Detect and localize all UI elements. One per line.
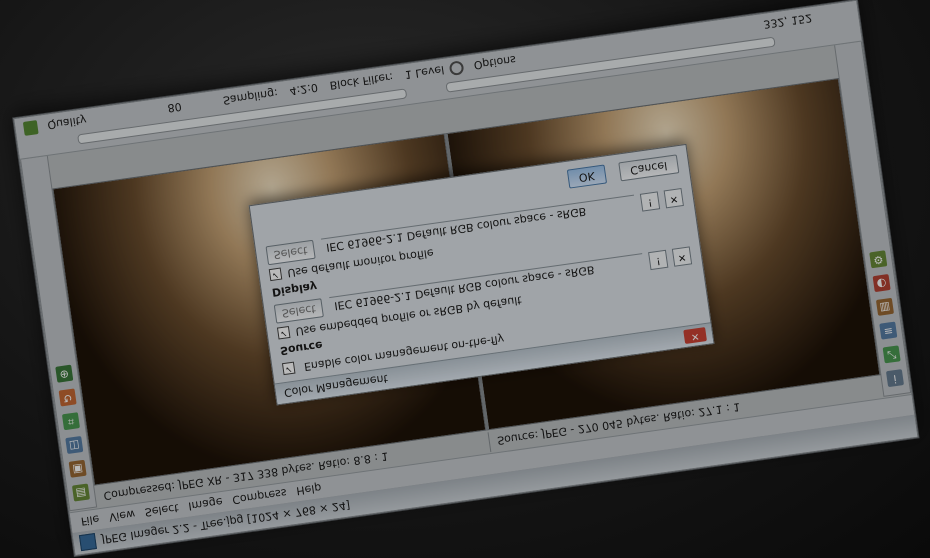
histogram-icon[interactable]: ▥ xyxy=(875,297,894,316)
display-info-icon[interactable]: ! xyxy=(639,191,661,213)
menu-view[interactable]: View xyxy=(108,508,136,525)
quality-value[interactable]: 80 xyxy=(161,99,189,115)
display-clear-icon[interactable]: ✕ xyxy=(663,188,685,209)
enable-checkbox[interactable]: ✓ xyxy=(281,361,296,376)
source-info-icon[interactable]: ! xyxy=(648,250,669,271)
ok-button[interactable]: OK xyxy=(566,164,607,189)
display-select-button[interactable]: Select xyxy=(265,239,316,266)
options-icon[interactable] xyxy=(449,60,465,76)
source-checkbox[interactable]: ✓ xyxy=(277,326,291,341)
crop-icon[interactable]: ⌗ xyxy=(61,412,80,431)
source-select-button[interactable]: Select xyxy=(273,298,324,324)
quality-icon xyxy=(22,120,39,136)
layers-icon[interactable]: ≡ xyxy=(879,321,898,340)
info-icon[interactable]: i xyxy=(885,369,905,388)
cancel-button[interactable]: Cancel xyxy=(618,154,680,182)
dialog-actions: OK Cancel xyxy=(566,154,680,189)
menu-file[interactable]: File xyxy=(80,513,100,528)
dialog-close-button[interactable]: ✕ xyxy=(683,327,707,344)
fit-icon[interactable]: ⤢ xyxy=(882,345,901,364)
open-icon[interactable]: ▤ xyxy=(71,483,91,502)
screenshot-scene: JPEG Imager 2.2 - Tree.jpg [1024 × 768 ×… xyxy=(13,0,919,557)
save-icon[interactable]: ▣ xyxy=(68,459,87,478)
color-icon[interactable]: ◐ xyxy=(872,274,891,293)
app-icon xyxy=(78,533,97,552)
compare-icon[interactable]: ◫ xyxy=(65,435,84,455)
rotate-icon[interactable]: ↻ xyxy=(58,388,77,407)
menu-image[interactable]: Image xyxy=(188,495,224,513)
menu-help[interactable]: Help xyxy=(296,482,323,498)
sampling-select[interactable]: 4:2:0 xyxy=(283,80,325,98)
menu-compress[interactable]: Compress xyxy=(232,486,288,506)
app-window: JPEG Imager 2.2 - Tree.jpg [1024 × 768 ×… xyxy=(13,0,919,557)
display-checkbox[interactable]: ✓ xyxy=(268,268,283,282)
settings-icon[interactable]: ⚙ xyxy=(869,250,888,269)
zoom-icon[interactable]: ⊕ xyxy=(55,364,74,383)
source-clear-icon[interactable]: ✕ xyxy=(671,246,693,268)
menu-select[interactable]: Select xyxy=(144,502,179,520)
